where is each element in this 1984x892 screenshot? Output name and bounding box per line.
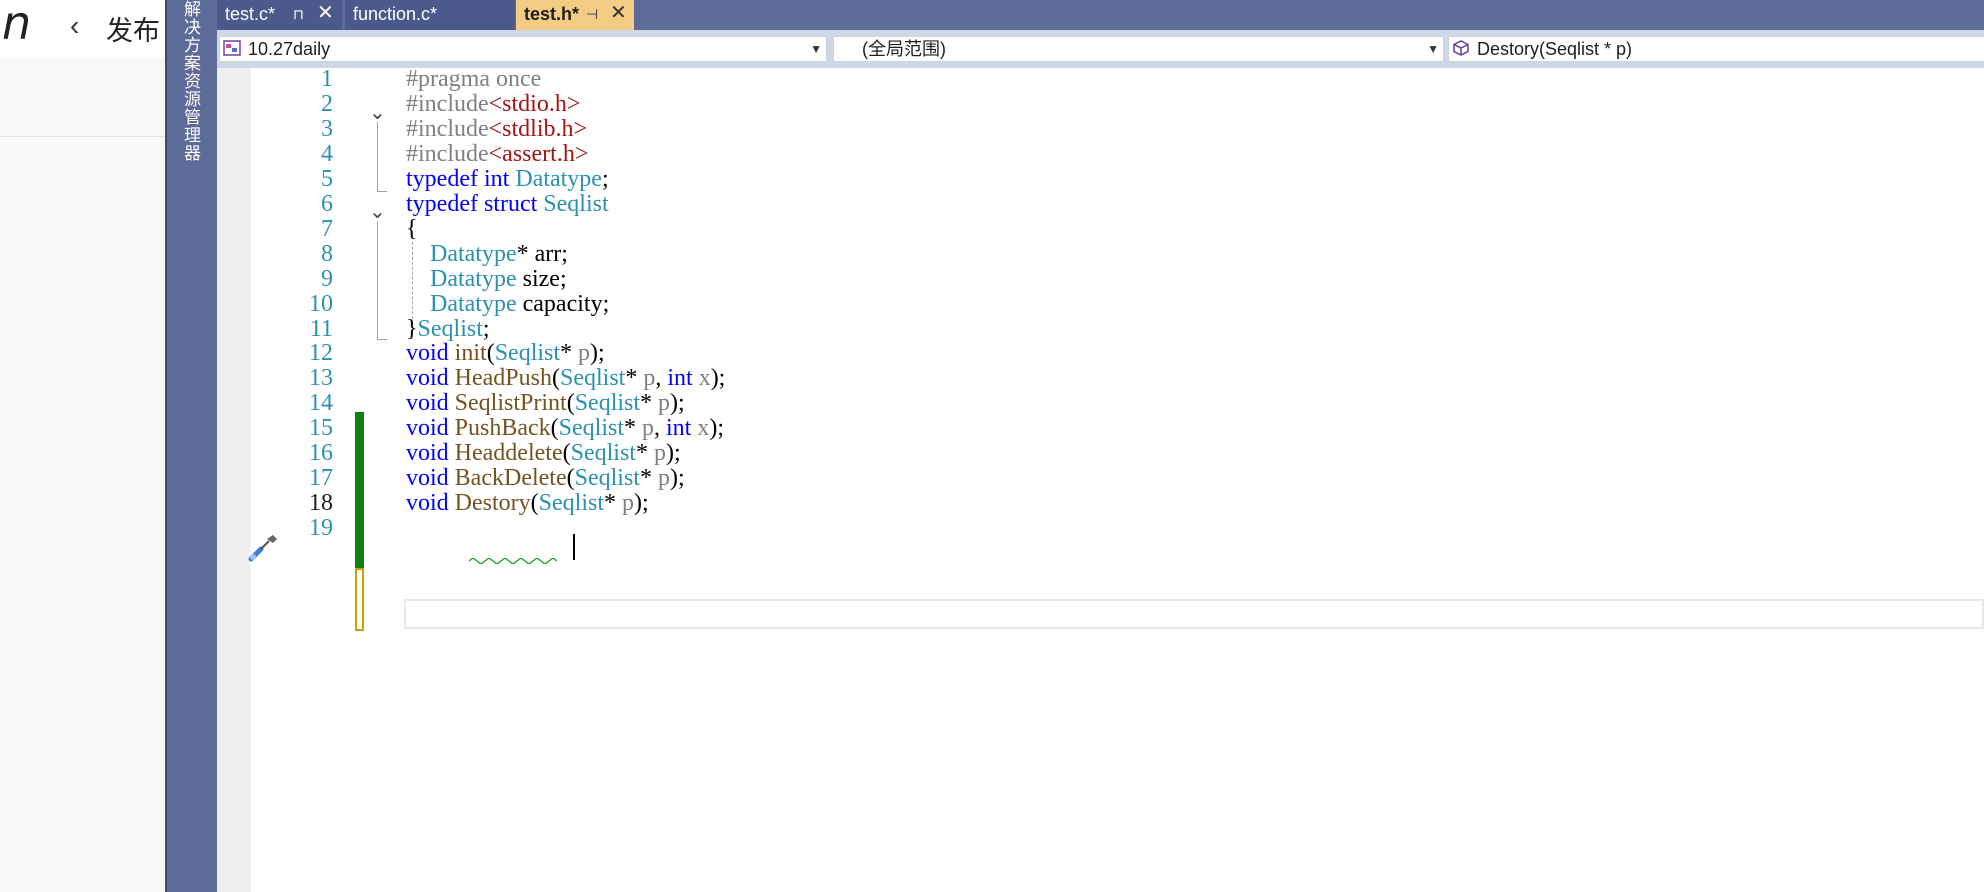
- code-line-5[interactable]: typedef int Datatype;: [406, 166, 609, 193]
- fold-guide: [377, 122, 378, 191]
- publish-title: 发布: [106, 16, 160, 46]
- navigation-bar: 10.27daily ▼ (全局范围) ▼ Destory(Seqlist * …: [217, 30, 1984, 68]
- scope-dropdown[interactable]: (全局范围) ▼: [833, 36, 1444, 62]
- line-number: 2: [321, 91, 333, 117]
- pin-icon[interactable]: ⊣: [586, 0, 598, 28]
- solution-explorer-tab[interactable]: 解决方案资源管理器: [179, 0, 201, 170]
- code-line-1[interactable]: #pragma once: [406, 66, 541, 93]
- line-number-current: 18: [309, 490, 333, 516]
- code-line-13[interactable]: void HeadPush(Seqlist* p, int x);: [406, 365, 725, 392]
- chevron-down-icon: ▼: [1427, 42, 1439, 56]
- code-line-10[interactable]: Datatype capacity;: [406, 291, 609, 318]
- code-line-15[interactable]: void PushBack(Seqlist* p, int x);: [406, 415, 724, 442]
- line-number: 16: [309, 440, 333, 466]
- fold-guide-end: [377, 339, 387, 340]
- tab-label: test.c*: [225, 4, 276, 24]
- document-tab-bar: test.c* ⊓ ✕ function.c* test.h* ⊣ ✕: [217, 0, 1984, 30]
- close-icon[interactable]: ✕: [317, 0, 334, 27]
- code-line-2[interactable]: #include<stdio.h>: [406, 91, 580, 118]
- background-app-window: n ‹ 发布: [0, 0, 166, 892]
- code-line-17[interactable]: void BackDelete(Seqlist* p);: [406, 465, 685, 492]
- member-dropdown[interactable]: Destory(Seqlist * p): [1448, 36, 1984, 62]
- quick-actions-icon[interactable]: [247, 533, 281, 563]
- member-name: Destory(Seqlist * p): [1477, 39, 1633, 59]
- back-arrow-icon[interactable]: ‹: [70, 10, 79, 42]
- tab-test-c[interactable]: test.c* ⊓ ✕: [217, 0, 342, 30]
- code-line-14[interactable]: void SeqlistPrint(Seqlist* p);: [406, 390, 685, 417]
- current-line-highlight: [404, 599, 1984, 629]
- change-indicator-unsaved: [355, 568, 364, 631]
- code-line-9[interactable]: Datatype size;: [406, 266, 567, 293]
- background-app-subbar: [0, 58, 166, 137]
- line-number: 11: [309, 316, 333, 342]
- line-number: 4: [321, 141, 333, 167]
- function-cube-icon: [1453, 40, 1469, 56]
- code-line-6[interactable]: typedef struct Seqlist: [406, 191, 609, 218]
- line-number: 10: [309, 291, 333, 317]
- line-number: 14: [309, 390, 333, 416]
- editor-margin: [217, 68, 251, 892]
- fold-guide: [377, 221, 378, 339]
- project-name: 10.27daily: [248, 39, 331, 59]
- line-number: 9: [321, 266, 333, 292]
- change-indicator-saved: [355, 412, 364, 568]
- code-line-3[interactable]: #include<stdlib.h>: [406, 116, 587, 143]
- line-number: 17: [309, 465, 333, 491]
- pin-icon[interactable]: ⊓: [293, 0, 304, 28]
- line-number: 8: [321, 241, 333, 267]
- tab-label: function.c*: [353, 4, 438, 24]
- code-line-7[interactable]: {: [406, 216, 418, 243]
- chevron-down-icon: ▼: [810, 42, 822, 56]
- tab-label: test.h*: [524, 4, 580, 24]
- line-number: 13: [309, 365, 333, 391]
- site-logo[interactable]: n: [2, 0, 31, 50]
- line-number: 3: [321, 116, 333, 142]
- line-number: 1: [321, 66, 333, 92]
- line-number: 6: [321, 191, 333, 217]
- code-line-18[interactable]: void Destory(Seqlist* p);: [406, 490, 649, 517]
- background-app-header: n ‹ 发布: [0, 0, 166, 58]
- code-line-16[interactable]: void Headdelete(Seqlist* p);: [406, 440, 681, 467]
- code-editor[interactable]: 1 2 3 4 5 6 7 8 9 10 11 12 13 14 15 16 1…: [217, 66, 1984, 892]
- close-icon[interactable]: ✕: [610, 0, 627, 27]
- line-number: 7: [321, 216, 333, 242]
- scope-name: (全局范围): [862, 39, 946, 59]
- tab-test-h[interactable]: test.h* ⊣ ✕: [516, 0, 634, 30]
- line-number: 5: [321, 166, 333, 192]
- text-caret: [573, 534, 575, 560]
- code-line-11[interactable]: }Seqlist;: [406, 316, 490, 343]
- project-icon: [223, 40, 241, 56]
- project-dropdown[interactable]: 10.27daily ▼: [219, 36, 827, 62]
- warning-squiggle[interactable]: [469, 558, 557, 564]
- code-line-12[interactable]: void init(Seqlist* p);: [406, 340, 605, 367]
- line-number: 12: [309, 340, 333, 366]
- fold-guide-end: [377, 191, 387, 192]
- code-line-4[interactable]: #include<assert.h>: [406, 141, 588, 168]
- code-line-8[interactable]: Datatype* arr;: [406, 241, 568, 268]
- tab-function-c[interactable]: function.c*: [345, 0, 515, 30]
- line-number: 15: [309, 415, 333, 441]
